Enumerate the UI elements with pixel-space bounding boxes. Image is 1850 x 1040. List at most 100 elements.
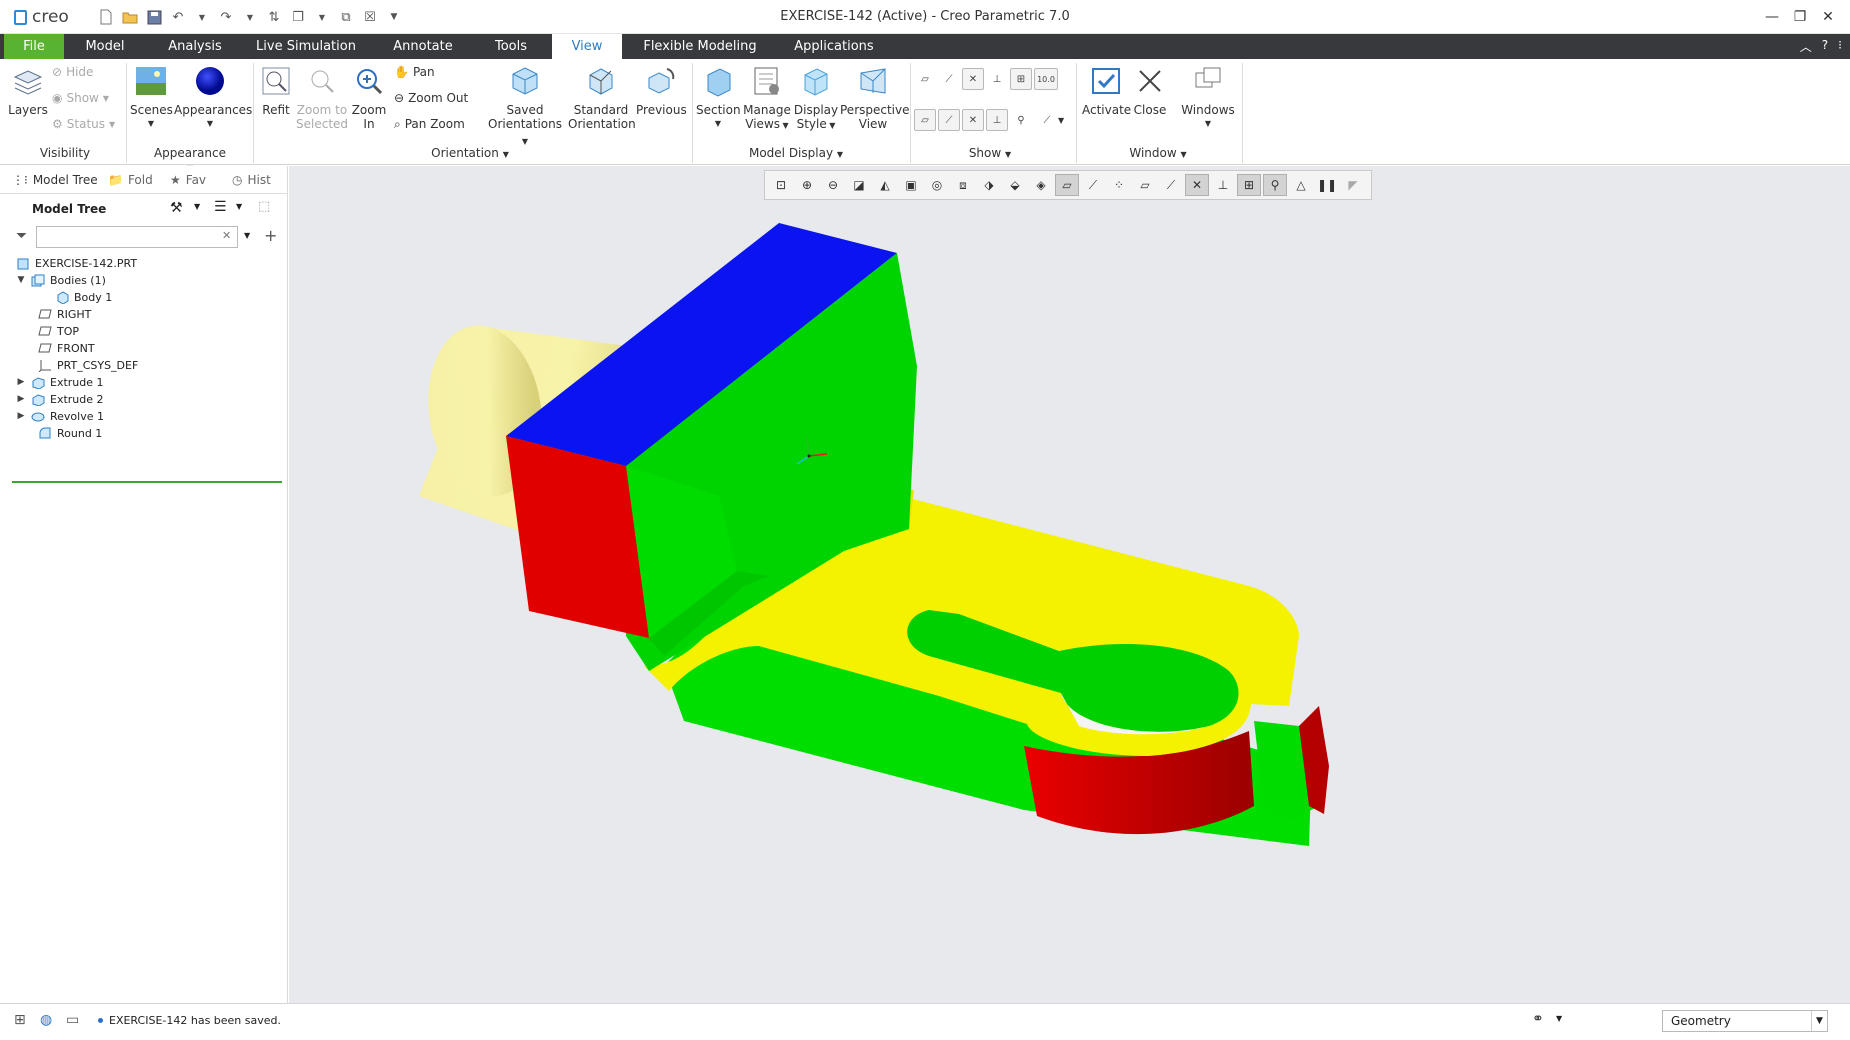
maximize-icon[interactable]: ❐: [1786, 5, 1814, 29]
tree-item[interactable]: ▶ Extrude 2: [16, 390, 104, 408]
point-tag-display-icon[interactable]: ✕: [962, 109, 984, 131]
tab-tools[interactable]: Tools: [486, 34, 536, 59]
filter-funnel-icon[interactable]: ⏷: [16, 228, 27, 244]
redo-dropdown-icon[interactable]: ▼: [241, 8, 259, 26]
zoom-to-selected-button[interactable]: Zoom to Selected: [296, 63, 348, 131]
axis-tag-display-icon[interactable]: ⟋: [938, 109, 960, 131]
minimize-ribbon-icon[interactable]: ︿: [1800, 38, 1812, 55]
tree-settings-icon[interactable]: ⚒: [170, 200, 183, 216]
graphics-window[interactable]: ⊡ ⊕ ⊖ ◪ ◭ ▣ ◎ ⧈ ⬗ ⬙ ◈ ▱ ⟋ ⁘ ▱ ⟋ ✕ ⊥ ⊞ ⚲ …: [289, 166, 1850, 1003]
undo-dropdown-icon[interactable]: ▼: [193, 8, 211, 26]
expand-open-icon[interactable]: ▼: [16, 275, 26, 285]
tab-annotate[interactable]: Annotate: [388, 34, 458, 59]
perspective-view-button[interactable]: Perspective View: [840, 63, 910, 131]
tab-flexible-modeling[interactable]: Flexible Modeling: [640, 34, 760, 59]
exit-icon[interactable]: ☒: [361, 8, 379, 26]
help-icon[interactable]: ?: [1822, 38, 1828, 55]
previous-button[interactable]: Previous: [636, 63, 687, 117]
scenes-button[interactable]: Scenes ▼: [130, 63, 173, 131]
plane-tag-display-icon[interactable]: ▱: [914, 109, 936, 131]
model-3d-view[interactable]: [289, 166, 1850, 1003]
point-display-icon[interactable]: ✕: [962, 68, 984, 90]
tree-columns-icon[interactable]: ☰: [214, 199, 227, 215]
tree-item[interactable]: ▶ Extrude 1: [16, 373, 104, 391]
tab-history[interactable]: ◷ Hist: [232, 169, 271, 191]
insert-here-indicator[interactable]: [12, 481, 282, 483]
save-icon[interactable]: [145, 8, 163, 26]
windows-button[interactable]: Windows ▼: [1180, 63, 1236, 131]
customize-qat-icon[interactable]: ▼: [385, 8, 403, 26]
standard-orientation-button[interactable]: Standard Orientation: [568, 63, 636, 131]
open-folder-icon[interactable]: [121, 8, 139, 26]
add-filter-icon[interactable]: +: [264, 226, 277, 245]
tree-item[interactable]: Round 1: [38, 424, 102, 442]
spin-center-icon[interactable]: ⊞: [1010, 68, 1032, 90]
close-icon[interactable]: ✕: [1814, 5, 1842, 29]
zoom-in-button[interactable]: Zoom In: [350, 63, 388, 131]
group-label-orientation[interactable]: Orientation ▼: [430, 146, 510, 160]
tree-filter-toggle-icon[interactable]: ⬚: [258, 199, 270, 214]
tree-item[interactable]: FRONT: [38, 339, 95, 357]
tree-item[interactable]: ▶ Revolve 1: [16, 407, 104, 425]
section-button[interactable]: Section ▼: [696, 63, 741, 131]
toggle-navigator-icon[interactable]: ⊞: [14, 1012, 26, 1028]
zoom-out-button[interactable]: ⊖ Zoom Out: [394, 89, 468, 107]
tree-columns-dropdown-icon[interactable]: ▼: [236, 202, 242, 211]
pan-button[interactable]: ✋ Pan: [394, 63, 435, 81]
tab-applications[interactable]: Applications: [788, 34, 880, 59]
fullscreen-icon[interactable]: ▭: [66, 1012, 79, 1028]
tree-item[interactable]: RIGHT: [38, 305, 91, 323]
clear-search-icon[interactable]: ✕: [222, 229, 231, 242]
manage-views-button[interactable]: Manage Views ▼: [742, 63, 792, 133]
csys-tag-display-icon[interactable]: ⊥: [986, 109, 1008, 131]
find-dropdown-icon[interactable]: ▼: [1556, 1014, 1562, 1023]
tab-model[interactable]: Model: [74, 34, 136, 59]
tree-search-input[interactable]: [36, 226, 238, 248]
close-window-icon[interactable]: ⧉: [337, 8, 355, 26]
redo-icon[interactable]: ↷: [217, 8, 235, 26]
tab-analysis[interactable]: Analysis: [160, 34, 230, 59]
tab-model-tree[interactable]: ⋮⁝ Model Tree: [12, 169, 98, 191]
appearances-button[interactable]: Appearances ▼: [174, 63, 252, 131]
group-label-show[interactable]: Show ▼: [950, 146, 1030, 160]
new-file-icon[interactable]: [97, 8, 115, 26]
group-label-model-display[interactable]: Model Display ▼: [746, 146, 846, 160]
selection-filter-select[interactable]: Geometry ▼: [1662, 1010, 1828, 1032]
find-binoculars-icon[interactable]: ⚭: [1532, 1011, 1544, 1027]
display-style-button[interactable]: Display Style ▼: [792, 63, 840, 133]
windows-dropdown-icon[interactable]: ▼: [313, 8, 331, 26]
close-button[interactable]: Close: [1130, 63, 1170, 117]
tree-settings-dropdown-icon[interactable]: ▼: [194, 202, 200, 211]
show-button[interactable]: ◉ Show ▼: [52, 89, 109, 107]
tab-file[interactable]: File: [4, 34, 64, 59]
tree-item[interactable]: ▼ Bodies (1): [16, 271, 106, 289]
windows-switch-icon[interactable]: ❐: [289, 8, 307, 26]
layers-button[interactable]: Layers: [6, 63, 50, 117]
regenerate-icon[interactable]: ⇅: [265, 8, 283, 26]
tree-item[interactable]: TOP: [38, 322, 79, 340]
activate-button[interactable]: Activate: [1082, 63, 1131, 117]
expand-closed-icon[interactable]: ▶: [16, 411, 26, 421]
saved-orientations-button[interactable]: Saved Orientations ▼: [486, 63, 564, 149]
tab-live-simulation[interactable]: Live Simulation: [256, 34, 356, 59]
search-dropdown-icon[interactable]: ▼: [244, 231, 250, 240]
status-button[interactable]: ⚙ Status ▼: [52, 115, 115, 133]
undo-icon[interactable]: ↶: [169, 8, 187, 26]
axis-display-icon[interactable]: ⟋: [938, 68, 960, 90]
curve-display-icon[interactable]: ⟋: [1036, 109, 1058, 131]
browser-icon[interactable]: ◍: [40, 1012, 52, 1028]
csys-display-icon[interactable]: ⊥: [986, 68, 1008, 90]
group-label-window[interactable]: Window ▼: [1118, 146, 1198, 160]
expand-closed-icon[interactable]: ▶: [16, 377, 26, 387]
minimize-icon[interactable]: —: [1758, 5, 1786, 29]
tree-item[interactable]: Body 1: [55, 288, 112, 306]
plane-display-icon[interactable]: ▱: [914, 68, 936, 90]
component-display-icon[interactable]: ⚲: [1010, 109, 1032, 131]
pan-zoom-button[interactable]: ⌕ Pan Zoom: [394, 115, 465, 133]
tab-view[interactable]: View: [552, 34, 622, 59]
tree-item[interactable]: EXERCISE-142.PRT: [16, 254, 137, 272]
annotation-display-icon[interactable]: 10.0: [1034, 68, 1058, 90]
tree-item[interactable]: PRT_CSYS_DEF: [38, 356, 138, 374]
tab-favorites[interactable]: ★ Fav: [170, 169, 206, 191]
show-more-dropdown[interactable]: ▼: [1058, 111, 1064, 129]
